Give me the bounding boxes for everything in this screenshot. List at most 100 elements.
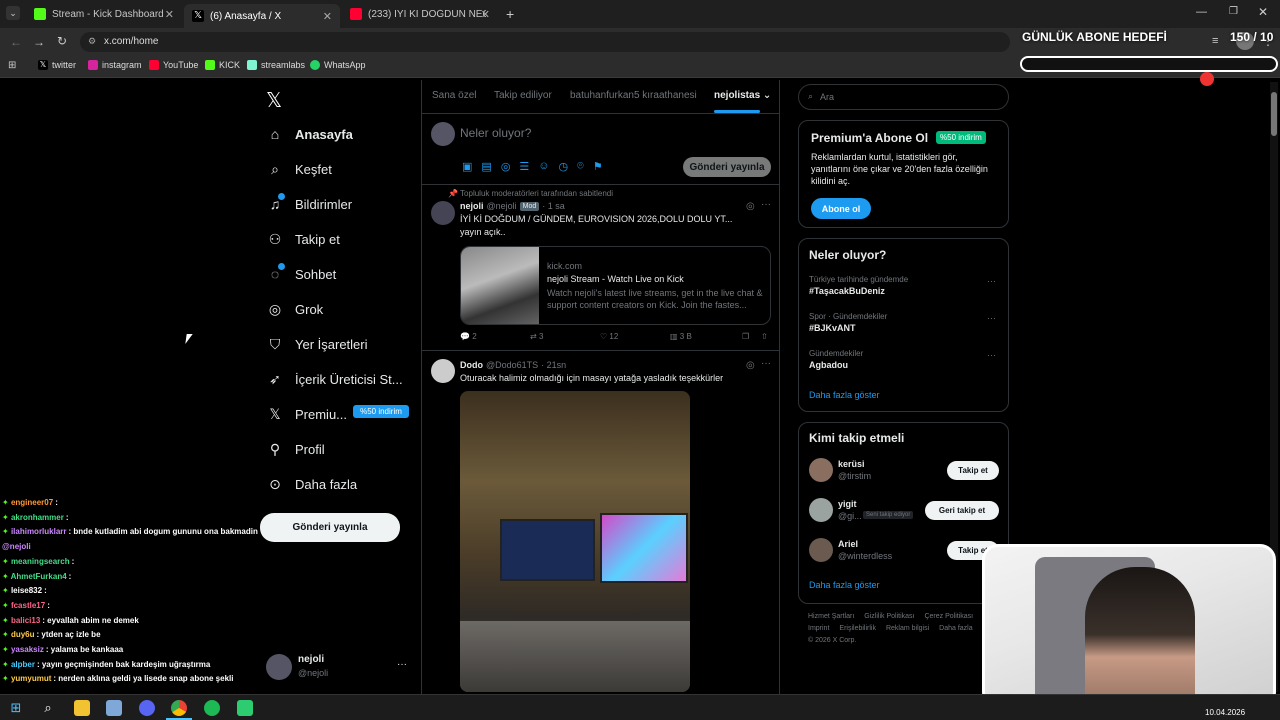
more-icon[interactable]: ··· xyxy=(761,199,771,210)
discord-icon[interactable] xyxy=(139,700,155,716)
chat-username[interactable]: fcastle17 xyxy=(11,601,45,610)
more-icon[interactable]: ··· xyxy=(987,276,996,286)
trend-item[interactable]: Agbadou xyxy=(809,360,848,370)
close-icon[interactable]: ✕ xyxy=(323,10,332,23)
bookmark-twitter[interactable]: 𝕏twitter xyxy=(38,60,76,70)
chat-username[interactable]: alpber xyxy=(11,660,35,669)
suggested-user-name[interactable]: kerüsi xyxy=(838,459,865,469)
app-icon[interactable] xyxy=(237,700,253,716)
nav-item-bookmark[interactable]: ⛉ Yer İşaretleri xyxy=(266,335,368,353)
nav-item-more-circle[interactable]: ⊙ Daha fazla xyxy=(266,475,357,493)
poll-icon[interactable]: ☰ xyxy=(519,160,529,173)
file-explorer-icon[interactable] xyxy=(74,700,90,716)
windows-start-icon[interactable]: ⊞ xyxy=(8,700,24,716)
chat-username[interactable]: akronhammer xyxy=(11,513,64,522)
search-icon[interactable]: ⌕ xyxy=(40,700,56,716)
nav-item-add-person[interactable]: ⚇ Takip et xyxy=(266,230,340,248)
chat-username[interactable]: yasaksiz xyxy=(11,645,44,654)
bookmark-streamlabs[interactable]: streamlabs xyxy=(247,60,305,70)
nav-item-person[interactable]: ⚲ Profil xyxy=(266,440,325,458)
reload-icon[interactable]: ↻ xyxy=(57,34,67,48)
chrome-icon[interactable] xyxy=(171,700,187,716)
suggested-user-name[interactable]: Ariel xyxy=(838,539,858,549)
trend-item[interactable]: #BJKvANT xyxy=(809,323,856,333)
nav-item-x-logo[interactable]: 𝕏 Premiu... xyxy=(266,405,347,423)
bookmark-icon[interactable]: ❐ xyxy=(742,332,749,341)
chat-username[interactable]: balici13 xyxy=(11,616,40,625)
reply-button[interactable]: 💬 2 xyxy=(460,332,477,341)
bookmark-youtube[interactable]: YouTube xyxy=(149,60,198,70)
suggested-user-avatar[interactable] xyxy=(809,538,833,562)
nav-item-home[interactable]: ⌂ Anasayfa xyxy=(266,125,353,143)
back-icon[interactable]: ← xyxy=(10,35,22,49)
reading-list-icon[interactable]: ≡ xyxy=(1212,35,1218,47)
flag-icon[interactable]: ⚑ xyxy=(593,160,603,173)
nav-item-chat[interactable]: ◌ Sohbet xyxy=(266,265,336,283)
views-button[interactable]: ▥ 3 B xyxy=(670,332,692,341)
suggested-user-name[interactable]: yigit xyxy=(838,499,857,509)
post-avatar[interactable] xyxy=(431,201,455,225)
minimize-icon[interactable]: — xyxy=(1196,6,1207,18)
image-icon[interactable]: ▣ xyxy=(462,160,472,173)
site-info-icon[interactable]: ⚙ xyxy=(88,36,96,47)
schedule-icon[interactable]: ◷ xyxy=(559,160,569,173)
nav-item-search[interactable]: ⌕ Keşfet xyxy=(266,160,332,178)
nav-item-grok[interactable]: ◎ Grok xyxy=(266,300,323,318)
bookmark-whatsapp[interactable]: WhatsApp xyxy=(310,60,366,70)
post-avatar[interactable] xyxy=(431,359,455,383)
url-field[interactable]: ⚙ x.com/home xyxy=(80,32,1010,52)
gif-icon[interactable]: ▤ xyxy=(481,160,491,173)
new-tab-button[interactable]: + xyxy=(506,6,514,22)
follow-button[interactable]: Takip et xyxy=(947,461,999,480)
share-icon[interactable]: ⇧ xyxy=(761,332,768,341)
compose-post-button[interactable]: Gönderi yayınla xyxy=(683,157,771,177)
close-icon[interactable]: ✕ xyxy=(165,8,174,21)
chat-username[interactable]: meaningsearch xyxy=(11,557,70,566)
post-image[interactable] xyxy=(460,391,690,692)
repost-button[interactable]: ⇄ 3 xyxy=(530,332,543,341)
apps-grid-icon[interactable]: ⊞ xyxy=(8,60,16,71)
emoji-icon[interactable]: ☺ xyxy=(538,160,549,173)
tab-search-icon[interactable]: ⌄ xyxy=(6,6,20,20)
more-icon[interactable]: ··· xyxy=(987,313,996,323)
bookmark-instagram[interactable]: instagram xyxy=(88,60,142,70)
link-card[interactable]: kick.com nejoli Stream - Watch Live on K… xyxy=(460,246,771,325)
compose-input[interactable]: Neler oluyor? xyxy=(460,126,531,140)
account-more-icon[interactable]: ··· xyxy=(397,659,407,670)
app-icon[interactable] xyxy=(106,700,122,716)
grok-icon[interactable]: ◎ xyxy=(501,160,511,173)
chat-username[interactable]: AhmetFurkan4 xyxy=(11,572,67,581)
close-window-icon[interactable]: ✕ xyxy=(1258,5,1268,19)
who-show-more-link[interactable]: Daha fazla göster xyxy=(809,580,880,590)
follow-button[interactable]: Geri takip et xyxy=(925,501,999,520)
chat-username[interactable]: engineer07 xyxy=(11,498,53,507)
x-logo-icon[interactable]: 𝕏 xyxy=(266,88,282,113)
tab-for-you[interactable]: Sana özel xyxy=(432,90,476,101)
tab-youtube[interactable]: (233) İYİ Kİ DOĞDUN NECO! - Y ✕ xyxy=(342,4,498,24)
tab-kick-dashboard[interactable]: Stream - Kick Dashboard ✕ xyxy=(26,4,182,24)
tab-community[interactable]: batuhanfurkan5 kıraathanesi xyxy=(570,90,697,101)
suggested-user-avatar[interactable] xyxy=(809,458,833,482)
tab-following[interactable]: Takip ediliyor xyxy=(494,90,552,101)
grok-icon[interactable]: ◎ xyxy=(746,201,755,212)
chat-username[interactable]: ilahimorluklarr xyxy=(11,527,67,536)
chat-username[interactable]: @nejoli xyxy=(2,542,31,551)
tab-nejolistas[interactable]: nejolistas ⌄ xyxy=(714,90,771,101)
trends-show-more-link[interactable]: Daha fazla göster xyxy=(809,390,880,400)
restore-icon[interactable]: ❐ xyxy=(1229,6,1238,17)
bookmark-kick[interactable]: KICK xyxy=(205,60,240,70)
grok-icon[interactable]: ◎ xyxy=(746,360,755,371)
subscribe-button[interactable]: Abone ol xyxy=(811,198,871,219)
suggested-user-avatar[interactable] xyxy=(809,498,833,522)
trend-item[interactable]: #TaşacakBuDeniz xyxy=(809,286,885,296)
chat-username[interactable]: yumyumut xyxy=(11,674,51,683)
account-avatar[interactable] xyxy=(266,654,292,680)
search-field[interactable]: ⌕ Ara xyxy=(798,84,1009,110)
scrollbar-thumb[interactable] xyxy=(1271,92,1277,136)
more-icon[interactable]: ··· xyxy=(761,358,771,369)
chat-username[interactable]: duy6u xyxy=(11,630,35,639)
tab-x-home[interactable]: 𝕏 (6) Anasayfa / X ✕ xyxy=(184,4,340,28)
close-icon[interactable]: ✕ xyxy=(481,8,490,21)
more-icon[interactable]: ··· xyxy=(987,350,996,360)
chat-username[interactable]: leise832 xyxy=(11,586,42,595)
